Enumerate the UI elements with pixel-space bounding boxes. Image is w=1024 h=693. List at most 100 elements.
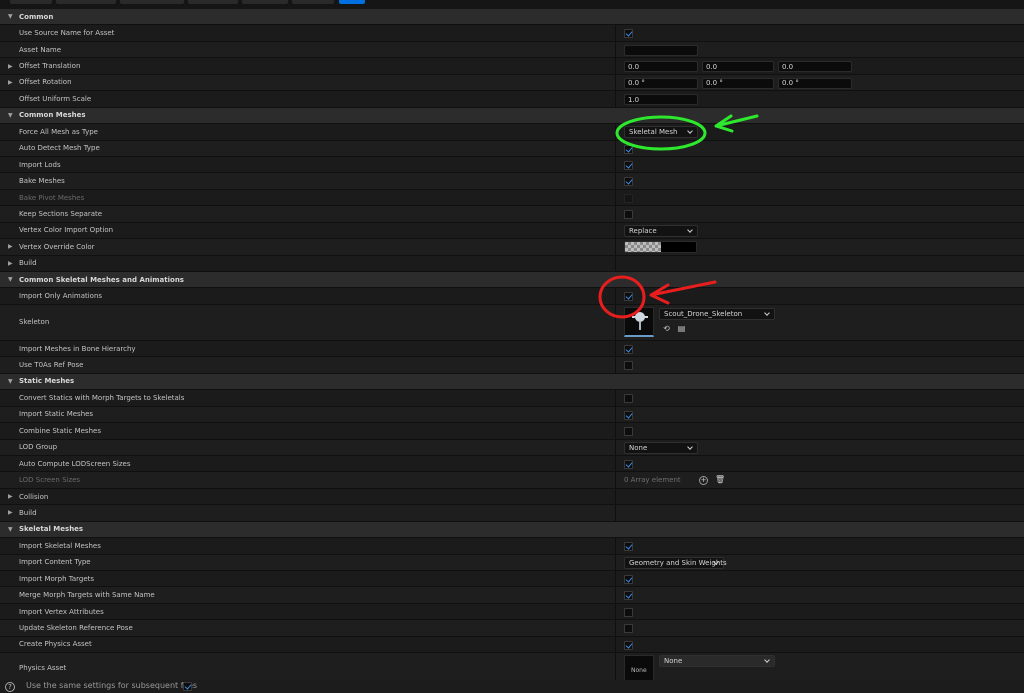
section-common-skeletal[interactable]: ▼ Common Skeletal Meshes and Animations bbox=[0, 272, 1024, 289]
bake-meshes-checkbox[interactable] bbox=[624, 177, 633, 187]
expand-arrow-icon[interactable]: ▶ bbox=[8, 505, 13, 520]
trash-icon[interactable]: 🗑 bbox=[715, 475, 725, 484]
same-settings-checkbox[interactable] bbox=[183, 682, 192, 691]
chevron-down-icon bbox=[687, 128, 693, 134]
toolbar-tab[interactable] bbox=[10, 0, 52, 4]
merge-morph-checkbox[interactable] bbox=[624, 591, 633, 601]
property-row: ▶ Collision bbox=[0, 488, 1024, 506]
combine-static-checkbox[interactable] bbox=[624, 427, 633, 437]
property-label: LOD Screen Sizes bbox=[19, 476, 81, 485]
property-label: Merge Morph Targets with Same Name bbox=[19, 591, 155, 600]
collapse-arrow-icon[interactable]: ▼ bbox=[8, 9, 13, 24]
offset-translation-x[interactable]: 0.0 bbox=[624, 61, 698, 73]
physics-asset-dropdown[interactable]: None bbox=[659, 655, 775, 668]
property-row: Merge Morph Targets with Same Name bbox=[0, 587, 1024, 604]
expand-arrow-icon[interactable]: ▶ bbox=[8, 256, 13, 271]
auto-compute-lod-checkbox[interactable] bbox=[624, 459, 633, 469]
array-count: 0 Array element bbox=[624, 476, 681, 485]
toolbar-tab[interactable] bbox=[120, 0, 184, 4]
offset-rotation-pitch[interactable]: 0.0 ° bbox=[702, 77, 774, 89]
property-label: Skeleton bbox=[19, 318, 50, 327]
property-row: Import Content Type Geometry and Skin We… bbox=[0, 554, 1024, 571]
collapse-arrow-icon[interactable]: ▼ bbox=[8, 108, 13, 123]
import-static-meshes-checkbox[interactable] bbox=[624, 410, 633, 420]
import-only-animations-checkbox[interactable] bbox=[624, 292, 633, 302]
property-label: Update Skeleton Reference Pose bbox=[19, 624, 133, 633]
property-label: Import Skeletal Meshes bbox=[19, 541, 101, 550]
force-mesh-type-dropdown[interactable]: Skeletal Mesh bbox=[624, 126, 698, 139]
color-swatch[interactable] bbox=[624, 241, 697, 254]
vertex-color-option-dropdown[interactable]: Replace bbox=[624, 224, 698, 237]
physics-asset-thumbnail[interactable]: None bbox=[624, 655, 654, 682]
collapse-arrow-icon[interactable]: ▼ bbox=[8, 374, 13, 389]
find-in-browser-icon[interactable]: ▤ bbox=[677, 324, 686, 333]
property-label: Offset Rotation bbox=[19, 78, 72, 87]
import-skeletal-checkbox[interactable] bbox=[624, 542, 633, 552]
property-label: Import Only Animations bbox=[19, 292, 103, 301]
property-label: Keep Sections Separate bbox=[19, 209, 103, 218]
convert-statics-checkbox[interactable] bbox=[624, 394, 633, 404]
same-settings-label: Use the same settings for subsequent fil… bbox=[26, 681, 198, 690]
dropdown-value: Scout_Drone_Skeleton bbox=[664, 309, 743, 318]
auto-detect-checkbox[interactable] bbox=[624, 144, 633, 154]
keep-sections-checkbox[interactable] bbox=[624, 210, 633, 220]
offset-translation-z[interactable]: 0.0 bbox=[778, 61, 852, 73]
skeleton-dropdown[interactable]: Scout_Drone_Skeleton bbox=[659, 307, 775, 320]
toolbar-tab-active[interactable] bbox=[339, 0, 365, 4]
property-row: Use T0As Ref Pose bbox=[0, 357, 1024, 374]
offset-uniform-scale-input[interactable]: 1.0 bbox=[624, 94, 698, 106]
property-label: Asset Name bbox=[19, 45, 62, 54]
lod-group-dropdown[interactable]: None bbox=[624, 441, 698, 454]
property-label: Bake Meshes bbox=[19, 177, 65, 186]
expand-arrow-icon[interactable]: ▶ bbox=[8, 58, 13, 73]
import-vertex-attr-checkbox[interactable] bbox=[624, 607, 633, 617]
dropdown-value: Skeletal Mesh bbox=[629, 128, 678, 137]
toolbar-tab[interactable] bbox=[292, 0, 334, 4]
property-label: Convert Statics with Morph Targets to Sk… bbox=[19, 393, 185, 402]
collapse-arrow-icon[interactable]: ▼ bbox=[8, 272, 13, 287]
asset-name-input[interactable] bbox=[624, 44, 698, 56]
property-label: Import Static Meshes bbox=[19, 410, 94, 419]
dropdown-value: Replace bbox=[629, 226, 657, 235]
offset-rotation-roll[interactable]: 0.0 ° bbox=[624, 77, 698, 89]
section-static-meshes[interactable]: ▼ Static Meshes bbox=[0, 373, 1024, 391]
property-label: Combine Static Meshes bbox=[19, 426, 101, 435]
property-row: Force All Mesh as Type Skeletal Mesh bbox=[0, 124, 1024, 141]
expand-arrow-icon[interactable]: ▶ bbox=[8, 489, 13, 504]
property-row: Import Skeletal Meshes bbox=[0, 538, 1024, 555]
use-t0-ref-pose-checkbox[interactable] bbox=[624, 361, 633, 371]
property-row: Import Static Meshes bbox=[0, 406, 1024, 424]
offset-translation-y[interactable]: 0.0 bbox=[702, 61, 774, 73]
import-morph-checkbox[interactable] bbox=[624, 575, 633, 584]
update-skeleton-ref-checkbox[interactable] bbox=[624, 624, 633, 634]
section-common-meshes[interactable]: ▼ Common Meshes bbox=[0, 107, 1024, 125]
property-label: Import Morph Targets bbox=[19, 574, 95, 583]
footer-bar: ? Use the same settings for subsequent f… bbox=[0, 680, 1024, 693]
property-label: Build bbox=[19, 508, 37, 517]
import-content-type-dropdown[interactable]: Geometry and Skin Weights bbox=[624, 556, 727, 569]
use-source-name-checkbox[interactable] bbox=[624, 29, 633, 39]
toolbar-tab[interactable] bbox=[188, 0, 238, 4]
help-icon[interactable]: ? bbox=[5, 682, 15, 692]
import-bone-hierarchy-checkbox[interactable] bbox=[624, 344, 633, 354]
import-lods-checkbox[interactable] bbox=[624, 160, 633, 170]
expand-arrow-icon[interactable]: ▶ bbox=[8, 239, 13, 254]
property-row: Physics Asset None None bbox=[0, 653, 1024, 684]
chevron-down-icon bbox=[687, 226, 693, 233]
collapse-arrow-icon[interactable]: ▼ bbox=[8, 522, 13, 537]
create-physics-checkbox[interactable] bbox=[624, 640, 633, 650]
property-row: Offset Uniform Scale 1.0 bbox=[0, 91, 1024, 108]
property-label: LOD Group bbox=[19, 443, 58, 452]
property-label: Use T0As Ref Pose bbox=[19, 361, 84, 370]
property-row: ▶ Build bbox=[0, 255, 1024, 272]
browse-asset-icon[interactable]: ⟲ bbox=[662, 324, 671, 333]
add-element-icon[interactable]: + bbox=[699, 476, 708, 486]
property-row: Import Morph Targets bbox=[0, 571, 1024, 588]
expand-arrow-icon[interactable]: ▶ bbox=[8, 75, 13, 90]
offset-rotation-yaw[interactable]: 0.0 ° bbox=[778, 77, 852, 89]
toolbar-tab[interactable] bbox=[242, 0, 288, 4]
toolbar-tab[interactable] bbox=[56, 0, 116, 4]
section-common[interactable]: ▼ Common bbox=[0, 9, 1024, 26]
section-skeletal-meshes[interactable]: ▼ Skeletal Meshes bbox=[0, 521, 1024, 539]
skeleton-thumbnail[interactable] bbox=[624, 306, 654, 337]
